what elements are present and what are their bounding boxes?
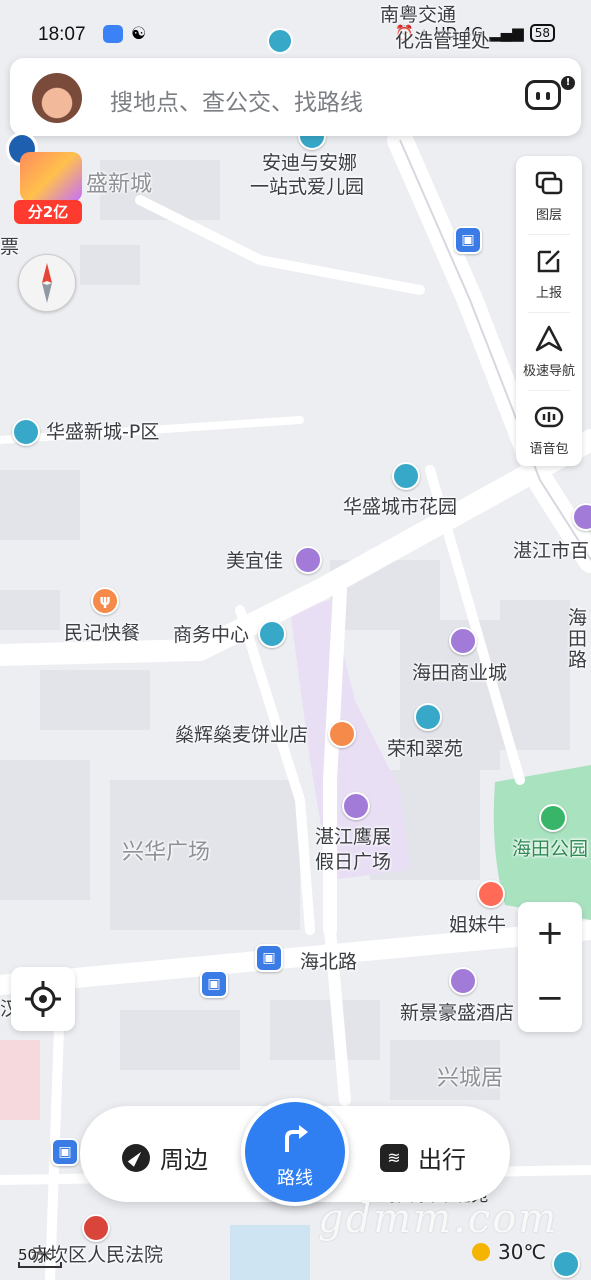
map-label-haibei[interactable]: 海北路 <box>300 951 357 974</box>
map-label-kindergarten-2[interactable]: 一站式爱儿园 <box>250 176 364 199</box>
map-label-zhanjiang-right[interactable]: 湛江市百 <box>513 540 589 563</box>
travel-button[interactable]: ≋ 出行 <box>380 1140 466 1175</box>
tool-fast-nav[interactable]: 极速导航 <box>516 312 582 388</box>
map-label-left-edge: 票 <box>0 236 20 258</box>
map-label-hotel[interactable]: 新景豪盛酒店 <box>400 1002 514 1025</box>
map-label-xingcheng[interactable]: 兴城居 <box>437 1066 503 1092</box>
map-label-haitian-park[interactable]: 海田公园 <box>512 838 588 861</box>
map-label-minji[interactable]: 民记快餐 <box>64 622 140 645</box>
office-poi-icon[interactable] <box>258 620 286 648</box>
weibo-icon: ☯ <box>131 24 147 44</box>
zoom-in-button[interactable]: + <box>518 902 582 967</box>
residential-poi-icon[interactable] <box>12 418 40 446</box>
map-label-zhanjiang-2[interactable]: 假日广场 <box>315 851 391 874</box>
map-label-kindergarten-1[interactable]: 安迪与安娜 <box>262 152 357 175</box>
search-input[interactable]: 搜地点、查公交、找路线 <box>110 83 363 117</box>
bus-stop-icon[interactable]: ▣ <box>255 944 283 972</box>
sun-icon <box>472 1243 490 1261</box>
nearby-label: 周边 <box>160 1146 208 1174</box>
avatar[interactable] <box>32 73 82 123</box>
route-button[interactable]: 路线 <box>241 1098 349 1206</box>
court-poi-icon[interactable] <box>82 1214 110 1242</box>
map-label-zhanjiang-1[interactable]: 湛江鹰展 <box>315 826 391 849</box>
map-label-top-office[interactable]: 化浩管理处 <box>395 30 490 53</box>
map-tools-panel: 图层 上报 极速导航 语音包 <box>516 156 582 466</box>
scale-bar <box>18 1262 62 1268</box>
map-label-garden[interactable]: 华盛城市花园 <box>343 496 457 519</box>
map-label-haitian-mall[interactable]: 海田商业城 <box>412 662 507 685</box>
locate-button[interactable] <box>11 967 75 1031</box>
bus-stop-icon[interactable]: ▣ <box>454 226 482 254</box>
status-time: 18:07 <box>38 24 86 45</box>
mall-poi-icon[interactable] <box>342 792 370 820</box>
tool-layers[interactable]: 图层 <box>516 156 582 232</box>
map-label-ronghe[interactable]: 荣和翠苑 <box>387 738 463 761</box>
noodle-poi-icon[interactable] <box>477 880 505 908</box>
route-arrow-icon <box>285 1125 308 1152</box>
navigation-arrow-icon <box>535 325 563 352</box>
assistant-robot-icon[interactable] <box>525 80 561 110</box>
signal-icon: ▂▄▆ <box>489 24 524 42</box>
layers-icon <box>535 171 563 195</box>
map-label-top-road[interactable]: 南粤交通 <box>380 4 456 27</box>
tool-report[interactable]: 上报 <box>516 234 582 310</box>
map-label-xinghua[interactable]: 兴华广场 <box>122 840 210 866</box>
bakery-poi-icon[interactable] <box>328 720 356 748</box>
watermark: gdmm.com <box>318 1196 559 1242</box>
travel-icon: ≋ <box>380 1143 408 1172</box>
search-bar[interactable]: 搜地点、查公交、找路线 ! <box>10 58 581 136</box>
weather-widget[interactable]: 30℃ <box>472 1240 546 1264</box>
map-label-area-huasheng[interactable]: 盛新城 <box>86 172 152 198</box>
status-bar: 18:07 ☯ ⏰ ⌖ HD 4G ▂▄▆ 58 <box>0 0 591 56</box>
map-label-jiemei[interactable]: 姐妹牛 <box>449 914 506 937</box>
residential-poi-icon[interactable] <box>414 703 442 731</box>
compass-icon[interactable] <box>18 254 76 312</box>
map-label-business[interactable]: 商务中心 <box>173 624 249 647</box>
map-label-meiyijia[interactable]: 美宜佳 <box>226 550 283 573</box>
gift-box-icon[interactable] <box>20 152 82 202</box>
poi-marker-icon[interactable] <box>267 28 293 54</box>
compass-icon <box>122 1143 150 1172</box>
residential-poi-icon[interactable] <box>392 462 420 490</box>
route-label: 路线 <box>277 1168 313 1189</box>
park-poi-icon[interactable] <box>539 804 567 832</box>
voice-pack-icon <box>534 406 564 428</box>
tool-report-label: 上报 <box>535 286 562 301</box>
restaurant-poi-icon[interactable]: ψ <box>91 587 119 615</box>
map-label-bakery[interactable]: 燊辉燊麦饼业店 <box>175 724 308 747</box>
report-icon <box>537 250 560 273</box>
shop-poi-icon[interactable] <box>449 627 477 655</box>
map-label-haitian-right[interactable]: 海田路 <box>568 608 590 671</box>
map-label-huasheng-p[interactable]: 华盛新城-P区 <box>46 421 159 444</box>
residential-poi-icon[interactable] <box>552 1250 580 1278</box>
notification-icon: ! <box>561 76 575 90</box>
tool-layers-label: 图层 <box>535 208 562 223</box>
hotel-poi-icon[interactable] <box>449 967 477 995</box>
crosshair-icon <box>25 981 61 1017</box>
cloud-app-icon <box>103 25 123 43</box>
tool-fast-nav-label: 极速导航 <box>522 364 575 379</box>
nearby-button[interactable]: 周边 <box>122 1140 208 1175</box>
tool-voice-pack-label: 语音包 <box>529 442 569 457</box>
bus-stop-icon[interactable]: ▣ <box>51 1138 79 1166</box>
bus-stop-icon[interactable]: ▣ <box>200 970 228 998</box>
battery-icon: 58 <box>529 24 555 42</box>
weather-temp: 30℃ <box>498 1240 546 1264</box>
shop-poi-icon[interactable] <box>294 546 322 574</box>
zoom-control: + − <box>518 902 582 1032</box>
zoom-out-button[interactable]: − <box>518 967 582 1032</box>
tool-voice-pack[interactable]: 语音包 <box>516 390 582 466</box>
promo-badge[interactable]: 分2亿 <box>14 200 82 224</box>
travel-label: 出行 <box>418 1146 466 1174</box>
